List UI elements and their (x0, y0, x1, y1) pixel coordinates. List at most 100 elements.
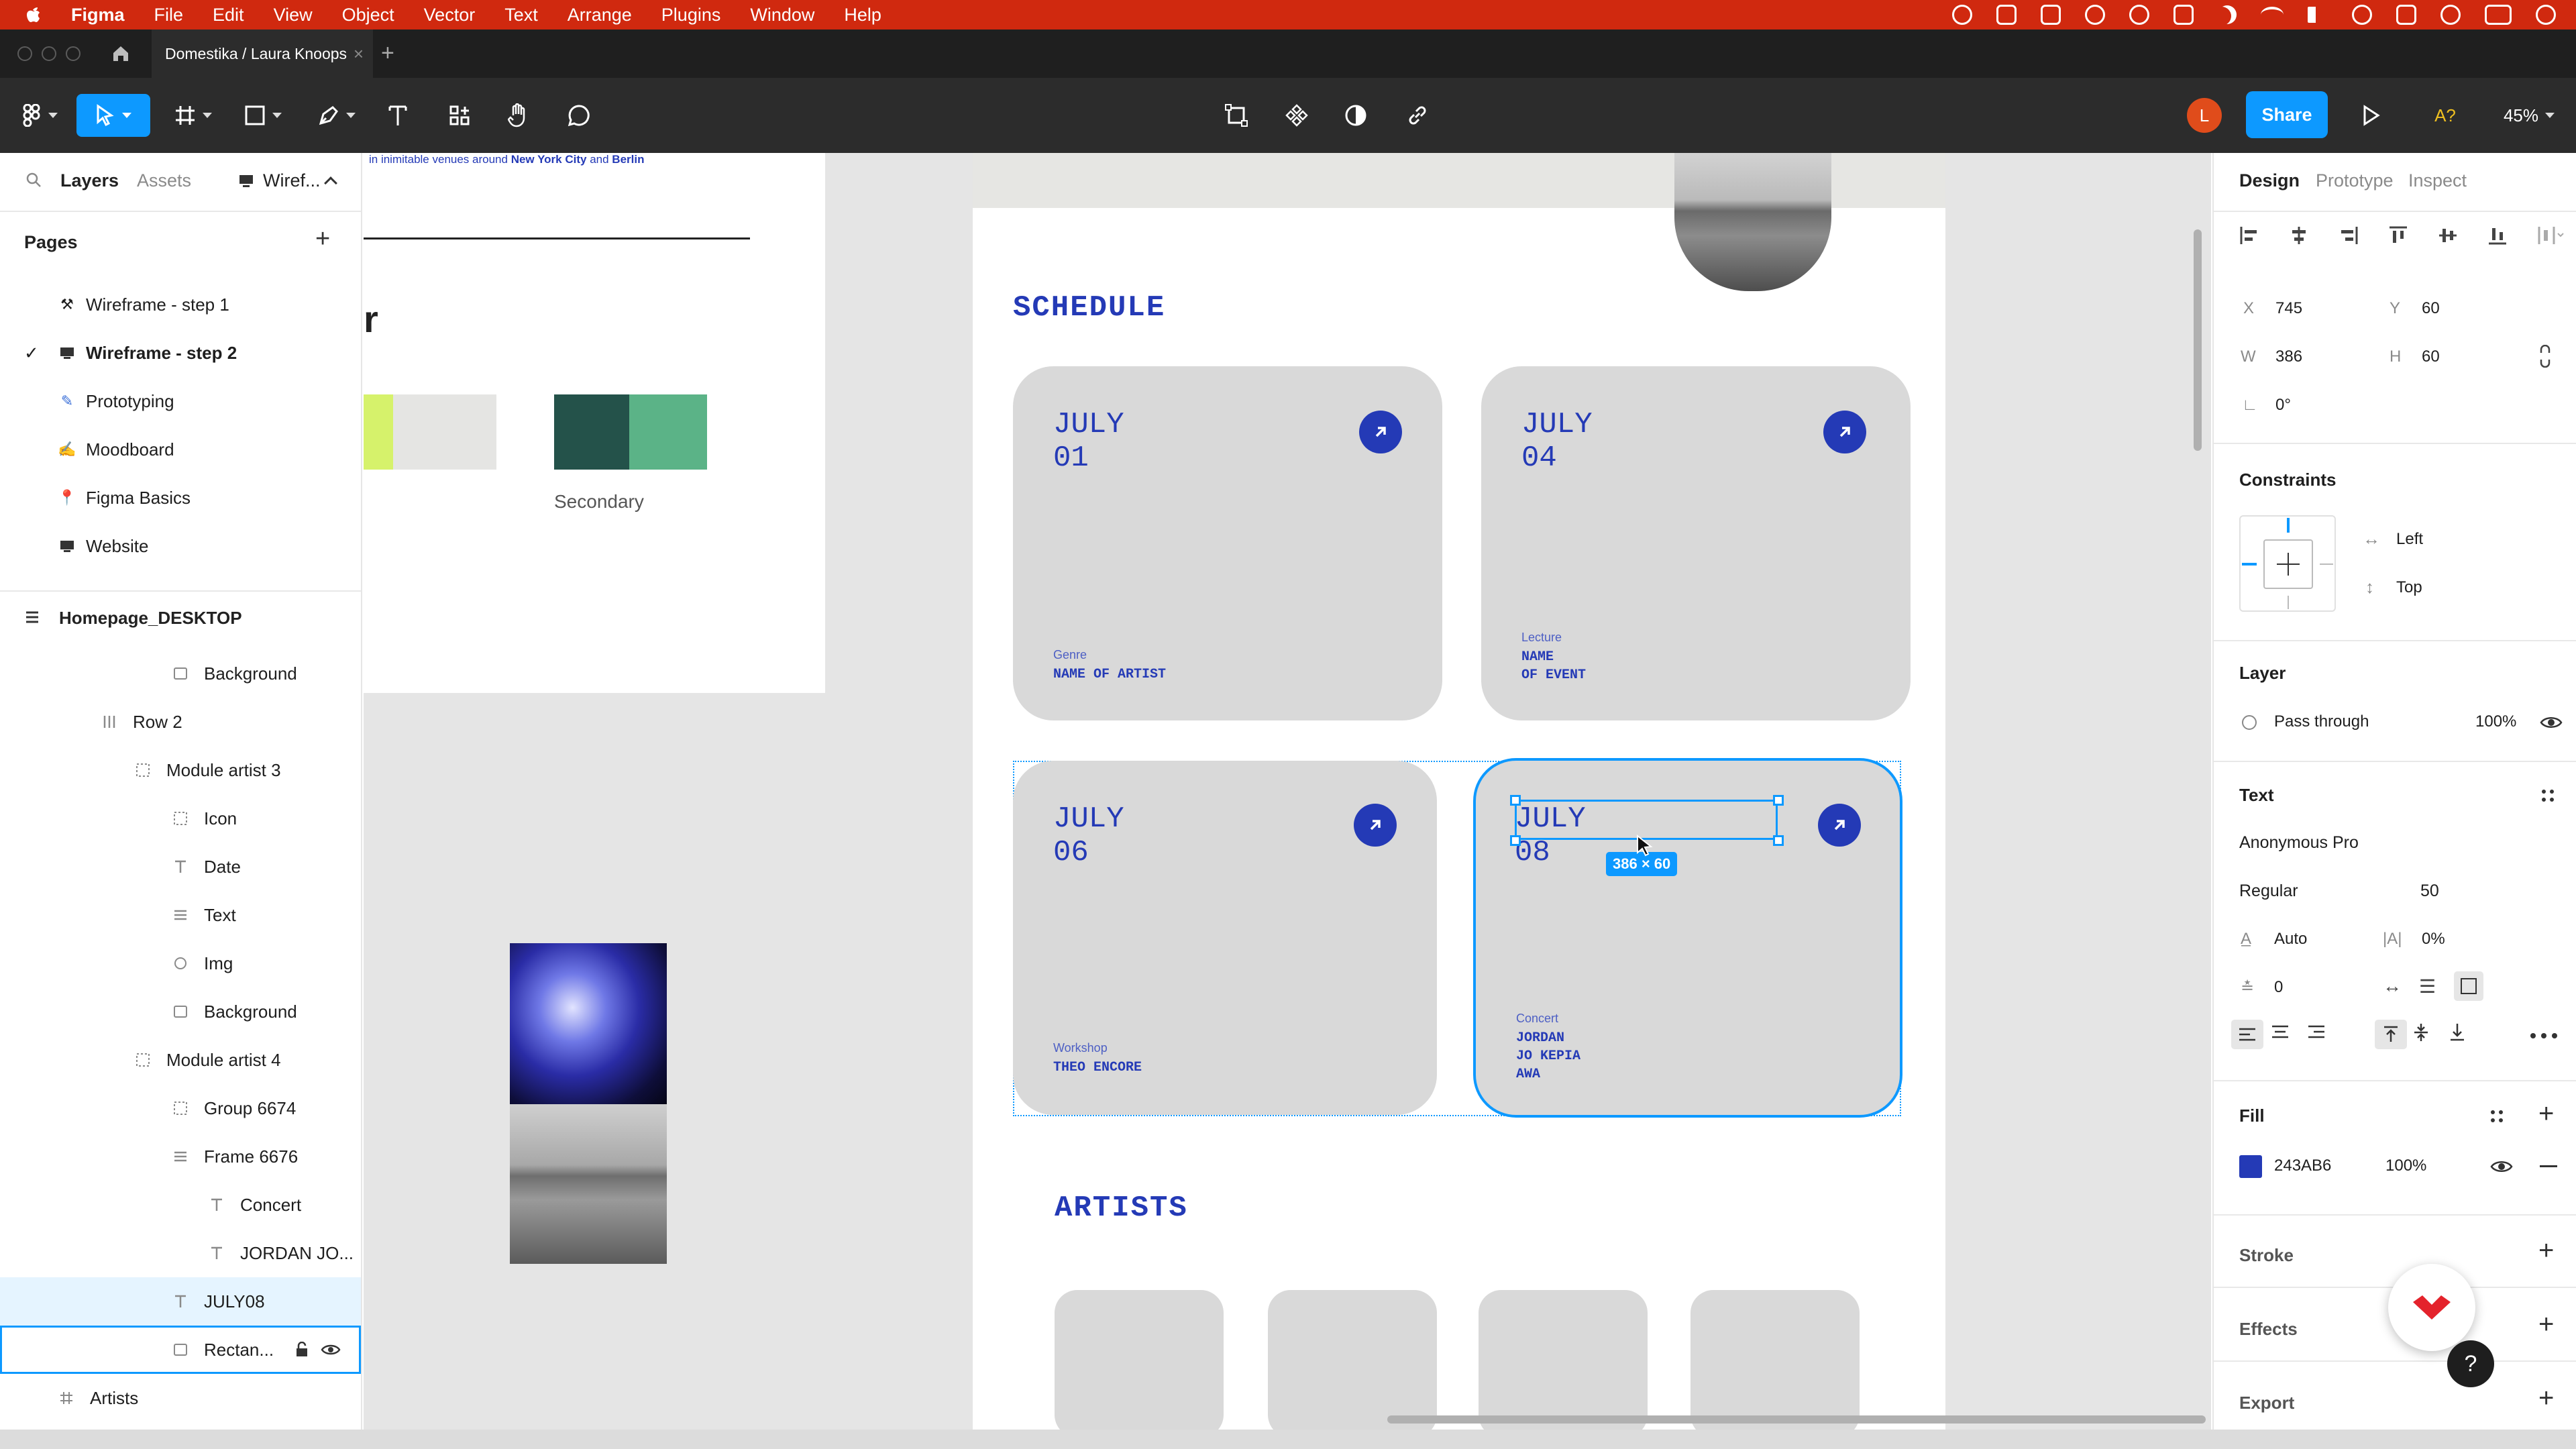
tab-file[interactable]: Domestika / Laura Knoops × (152, 30, 373, 78)
x-field[interactable]: 745 (2275, 299, 2302, 318)
volume-icon[interactable] (2308, 7, 2328, 23)
primary-swatch-a[interactable] (364, 394, 393, 470)
layer-row[interactable]: Concert (0, 1181, 361, 1229)
fill-opacity-field[interactable]: 100% (2385, 1157, 2426, 1175)
text-styles-icon[interactable] (2540, 788, 2556, 804)
remove-fill-icon[interactable] (2540, 1165, 2557, 1167)
text-align-center-icon[interactable] (2271, 1025, 2289, 1038)
menu-text[interactable]: Text (504, 5, 538, 25)
artist-card[interactable] (1479, 1290, 1648, 1430)
align-center-v-icon[interactable] (2438, 225, 2458, 246)
menu-app-name[interactable]: Figma (71, 5, 125, 25)
menu-edit[interactable]: Edit (213, 5, 244, 25)
homepage-desktop-frame[interactable]: SCHEDULE JULY 01 Genre NAME OF ARTIST JU… (973, 153, 1945, 1430)
close-tab-icon[interactable]: × (354, 44, 364, 64)
layer-row[interactable]: Rectan... (0, 1326, 361, 1374)
arrow-up-right-icon[interactable] (1818, 804, 1861, 847)
layer-row[interactable]: Artists (0, 1374, 361, 1422)
link-button[interactable] (1401, 94, 1434, 137)
home-icon[interactable] (111, 44, 130, 63)
align-bottom-text-icon[interactable] (2450, 1022, 2465, 1041)
schedule-card-july-06[interactable]: JULY 06 Workshop THEO ENCORE (1013, 761, 1437, 1115)
frame-name[interactable]: Homepage_DESKTOP (59, 608, 242, 629)
transform-button[interactable] (1220, 94, 1253, 137)
fill-styles-icon[interactable] (2489, 1108, 2505, 1124)
resize-handle[interactable] (1773, 795, 1784, 806)
control-center-icon[interactable] (2485, 5, 2512, 25)
arrow-up-right-icon[interactable] (1359, 411, 1402, 453)
tab-assets[interactable]: Assets (137, 170, 191, 191)
add-export-icon[interactable]: + (2538, 1383, 2554, 1413)
layer-row[interactable]: Frame 6676 (0, 1132, 361, 1181)
horizontal-scrollbar[interactable] (1387, 1415, 2206, 1424)
align-top-icon[interactable] (2388, 225, 2408, 246)
resize-handle[interactable] (1773, 835, 1784, 846)
layer-row[interactable]: Row 2 (0, 698, 361, 746)
fixed-size-button[interactable] (2454, 971, 2483, 1001)
creative-cloud-icon[interactable] (1952, 5, 1972, 25)
move-tool-button[interactable] (76, 94, 150, 137)
main-menu-button[interactable] (15, 94, 64, 137)
align-left-icon[interactable] (2239, 225, 2259, 246)
window-zoom-button[interactable] (66, 46, 80, 61)
align-top-text-button[interactable] (2375, 1020, 2407, 1049)
screen-icon[interactable] (1996, 5, 2017, 25)
tab-layers[interactable]: Layers (60, 170, 119, 191)
new-tab-icon[interactable]: + (381, 40, 394, 66)
rotation-field[interactable]: 0° (2275, 396, 2291, 415)
layer-row[interactable]: Module artist 4 (0, 1036, 361, 1084)
layer-row[interactable]: JULY08 (0, 1277, 361, 1326)
secondary-swatch-a[interactable] (554, 394, 629, 470)
constraint-right[interactable] (2320, 564, 2333, 565)
constraint-left[interactable] (2242, 563, 2257, 566)
layer-opacity-field[interactable]: 100% (2475, 712, 2516, 731)
resources-button[interactable] (443, 94, 476, 137)
sync-icon[interactable] (2085, 5, 2105, 25)
component-button[interactable] (1280, 94, 1313, 137)
artist-card[interactable] (1690, 1290, 1860, 1430)
align-middle-text-icon[interactable] (2414, 1022, 2428, 1042)
layer-row[interactable]: Text (0, 891, 361, 939)
fill-color-swatch[interactable] (2239, 1155, 2262, 1178)
pen-tool-button[interactable] (310, 94, 364, 137)
constraint-bottom[interactable] (2288, 596, 2289, 609)
user-icon[interactable] (2352, 5, 2372, 25)
auto-height-icon[interactable]: ☰ (2419, 975, 2436, 998)
blend-mode-select[interactable]: Pass through (2274, 712, 2369, 731)
tab-prototype[interactable]: Prototype (2316, 170, 2394, 191)
add-page-icon[interactable]: + (315, 225, 330, 252)
comment-tool-button[interactable] (562, 94, 596, 137)
add-fill-icon[interactable]: + (2538, 1099, 2554, 1129)
page-item-wireframe-2[interactable]: ✓ Wireframe - step 2 (0, 329, 361, 377)
align-center-h-icon[interactable] (2289, 225, 2309, 246)
eye-icon[interactable] (321, 1343, 341, 1356)
text-align-left-button[interactable] (2231, 1020, 2263, 1049)
schedule-card-july-04[interactable]: JULY 04 Lecture NAME OF EVENT (1481, 366, 1911, 720)
y-field[interactable]: 60 (2422, 299, 2440, 318)
menu-arrange[interactable]: Arrange (568, 5, 632, 25)
layer-row[interactable]: Background (0, 649, 361, 698)
style-guide-frame[interactable]: in inimitable venues around New York Cit… (364, 153, 825, 693)
menu-vector[interactable]: Vector (424, 5, 476, 25)
align-right-icon[interactable] (2339, 225, 2359, 246)
frame-tool-button[interactable] (166, 94, 220, 137)
apple-icon[interactable] (24, 5, 42, 24)
menu-file[interactable]: File (154, 5, 184, 25)
page-item-moodboard[interactable]: ✍ Moodboard (0, 425, 361, 474)
secondary-swatch-b[interactable] (629, 394, 707, 470)
line-height-field[interactable]: Auto (2274, 930, 2307, 949)
window-minimize-button[interactable] (42, 46, 56, 61)
schedule-card-july-08[interactable]: JULY 08 Concert JORDAN JO KEPIA AWA 386 … (1476, 761, 1900, 1115)
domestika-logo-icon[interactable] (2388, 1264, 2475, 1351)
vertical-constraint-select[interactable]: Top (2396, 578, 2422, 597)
artist-card[interactable] (1055, 1290, 1224, 1430)
mask-button[interactable] (1339, 94, 1373, 137)
menu-view[interactable]: View (274, 5, 313, 25)
search-icon[interactable] (2440, 5, 2461, 25)
moon-icon[interactable] (2218, 5, 2237, 24)
page-item-prototyping[interactable]: ✎ Prototyping (0, 377, 361, 425)
auto-width-icon[interactable]: ↔ (2383, 975, 2402, 997)
letter-spacing-field[interactable]: 0% (2422, 930, 2445, 949)
align-bottom-icon[interactable] (2487, 225, 2508, 246)
text-tool-button[interactable] (381, 94, 415, 137)
